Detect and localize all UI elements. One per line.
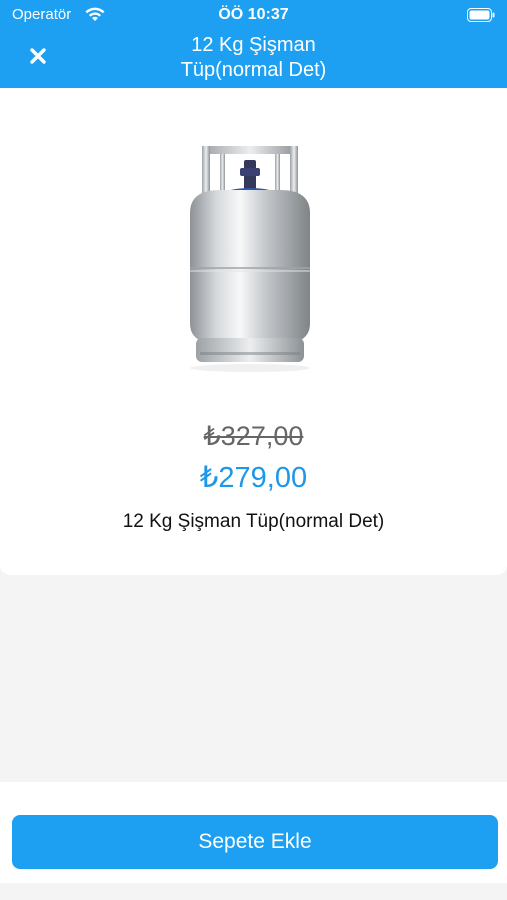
product-image	[160, 138, 340, 373]
bottom-strip	[0, 883, 507, 900]
title-line-2: Tüp(normal Det)	[180, 59, 327, 81]
page-title: 12 Kg Şişman Tüp(normal Det)	[80, 33, 427, 83]
status-bar: Operatör ÖÖ 10:37	[0, 0, 507, 30]
close-icon	[29, 47, 47, 70]
title-line-1: 12 Kg Şişman	[191, 34, 316, 56]
clock: ÖÖ 10:37	[218, 6, 289, 23]
old-price: ₺327,00	[203, 421, 304, 451]
product-name: 12 Kg Şişman Tüp(normal Det)	[122, 511, 385, 532]
navigation-bar: Operatör ÖÖ 10:37 12 Kg Şişman Tüp(norma…	[0, 0, 507, 88]
current-price: ₺279,00	[199, 462, 308, 494]
battery-icon	[467, 8, 495, 22]
add-to-cart-button[interactable]: Sepete Ekle	[12, 815, 498, 869]
close-button[interactable]	[24, 44, 52, 72]
product-card: ₺327,00 ₺279,00 12 Kg Şişman Tüp(normal …	[0, 88, 507, 575]
